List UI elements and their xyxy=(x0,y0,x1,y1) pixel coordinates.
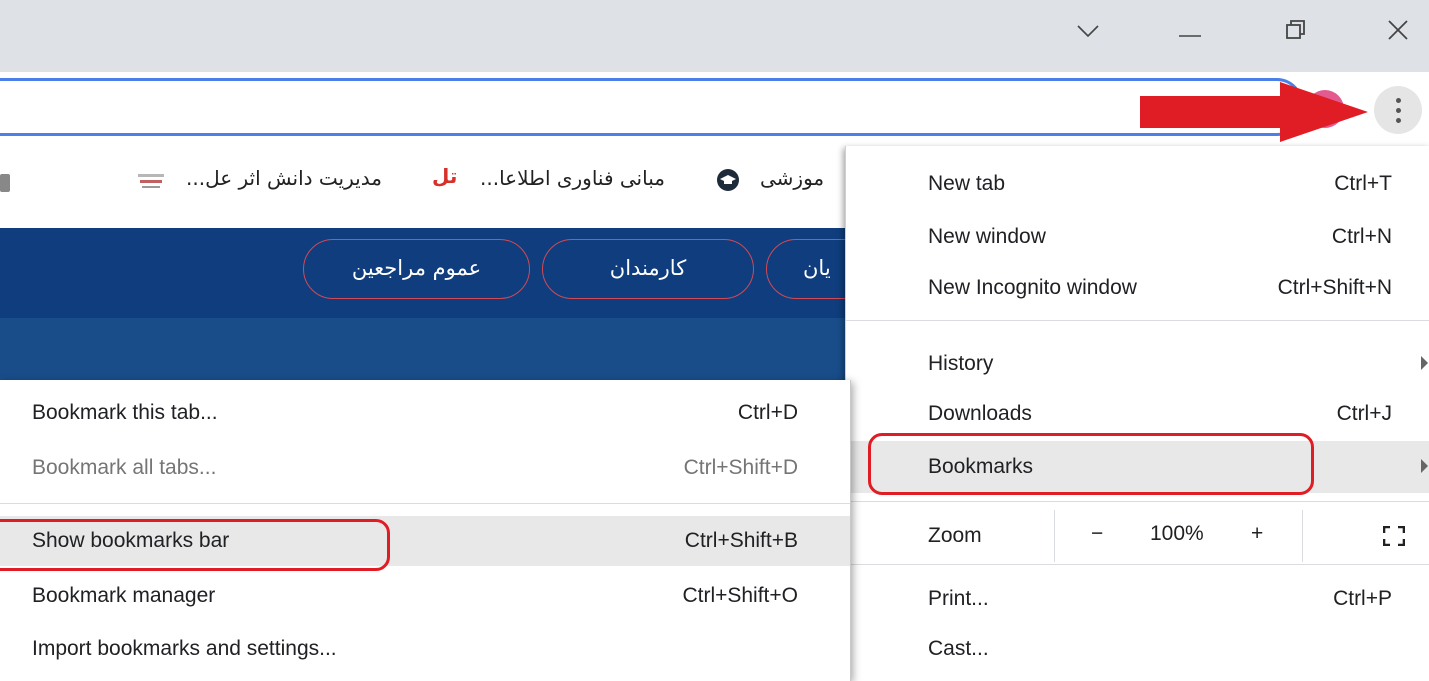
zoom-controls: − 100% + xyxy=(1054,510,1303,562)
menu-item-label: New Incognito window xyxy=(928,276,1137,299)
submenu-item-bookmark-manager[interactable]: Bookmark manager Ctrl+Shift+O xyxy=(0,571,850,621)
menu-item-label: New tab xyxy=(928,172,1006,195)
tl-logo-icon: تل xyxy=(432,164,458,188)
bookmark-item[interactable]: مبانی فناوری اطلاعا... xyxy=(480,166,665,190)
menu-item-shortcut: Ctrl+Shift+B xyxy=(684,529,798,552)
submenu-arrow-icon xyxy=(1421,459,1428,473)
minimize-icon[interactable] xyxy=(1160,10,1220,50)
bookmark-overflow-icon[interactable] xyxy=(0,174,10,192)
menu-separator xyxy=(846,320,1429,321)
menu-item-cast[interactable]: Cast... xyxy=(846,623,1429,675)
restore-icon[interactable] xyxy=(1266,10,1326,50)
close-icon[interactable] xyxy=(1368,10,1428,50)
submenu-item-bookmark-all-tabs[interactable]: Bookmark all tabs... Ctrl+Shift+D xyxy=(0,443,850,493)
bookmarks-submenu: Bookmark this tab... Ctrl+D Bookmark all… xyxy=(0,380,851,681)
menu-item-print[interactable]: Print... Ctrl+P xyxy=(846,573,1429,625)
tab-search-dropdown-icon[interactable] xyxy=(1058,10,1118,50)
menu-item-shortcut: Ctrl+D xyxy=(737,401,798,424)
submenu-arrow-icon xyxy=(1421,356,1428,370)
menu-item-shortcut: Ctrl+Shift+O xyxy=(682,584,798,607)
menu-item-label: Import bookmarks and settings... xyxy=(32,637,337,660)
menu-item-shortcut: Ctrl+T xyxy=(1334,172,1392,195)
bookmark-item[interactable]: موزشی xyxy=(760,166,824,190)
red-highlight-annotation xyxy=(868,433,1314,495)
site-favicon-icon xyxy=(138,174,164,188)
zoom-in-button[interactable]: + xyxy=(1251,522,1263,546)
menu-item-label: Downloads xyxy=(928,402,1032,425)
toolbar xyxy=(0,72,1429,146)
menu-separator xyxy=(846,564,1429,565)
menu-item-history[interactable]: History xyxy=(846,338,1429,390)
menu-item-label: Print... xyxy=(928,587,989,610)
menu-row-zoom: Zoom − 100% + xyxy=(846,510,1429,562)
menu-item-shortcut: Ctrl+P xyxy=(1333,587,1392,610)
nav-pill-staff[interactable]: کارمندان xyxy=(542,239,754,299)
address-bar[interactable] xyxy=(0,78,1303,136)
menu-item-label: Cast... xyxy=(928,637,989,660)
zoom-level: 100% xyxy=(1150,522,1204,545)
chrome-main-menu: New tab Ctrl+T New window Ctrl+N New Inc… xyxy=(845,146,1429,681)
red-arrow-annotation xyxy=(1140,82,1368,142)
zoom-label: Zoom xyxy=(928,524,982,547)
menu-item-new-window[interactable]: New window Ctrl+N xyxy=(846,211,1429,263)
menu-item-label: Bookmark all tabs... xyxy=(32,456,217,479)
zoom-out-button[interactable]: − xyxy=(1091,522,1103,546)
menu-item-label: History xyxy=(928,352,994,375)
submenu-item-import-bookmarks[interactable]: Import bookmarks and settings... xyxy=(0,624,850,674)
menu-item-shortcut: Ctrl+Shift+D xyxy=(683,456,798,479)
menu-item-label: New window xyxy=(928,225,1046,248)
submenu-item-bookmark-tab[interactable]: Bookmark this tab... Ctrl+D xyxy=(0,388,850,438)
bookmark-item[interactable]: مدیریت دانش اثر عل... xyxy=(186,166,382,190)
fullscreen-button[interactable] xyxy=(1302,510,1429,562)
menu-item-shortcut: Ctrl+N xyxy=(1331,225,1392,248)
nav-pill-public[interactable]: عموم مراجعین xyxy=(303,239,530,299)
graduation-cap-icon xyxy=(717,169,739,191)
menu-item-shortcut: Ctrl+J xyxy=(1336,402,1392,425)
chrome-menu-button[interactable] xyxy=(1374,86,1422,134)
menu-item-new-tab[interactable]: New tab Ctrl+T xyxy=(846,158,1429,210)
title-bar xyxy=(0,0,1429,72)
menu-item-label: Bookmark manager xyxy=(32,584,216,607)
fullscreen-icon xyxy=(1383,526,1405,546)
menu-item-new-incognito[interactable]: New Incognito window Ctrl+Shift+N xyxy=(846,262,1429,314)
red-highlight-annotation xyxy=(0,519,390,571)
menu-separator xyxy=(0,503,850,504)
menu-item-shortcut: Ctrl+Shift+N xyxy=(1277,276,1392,299)
menu-item-label: Bookmark this tab... xyxy=(32,401,218,424)
menu-separator xyxy=(846,501,1429,502)
